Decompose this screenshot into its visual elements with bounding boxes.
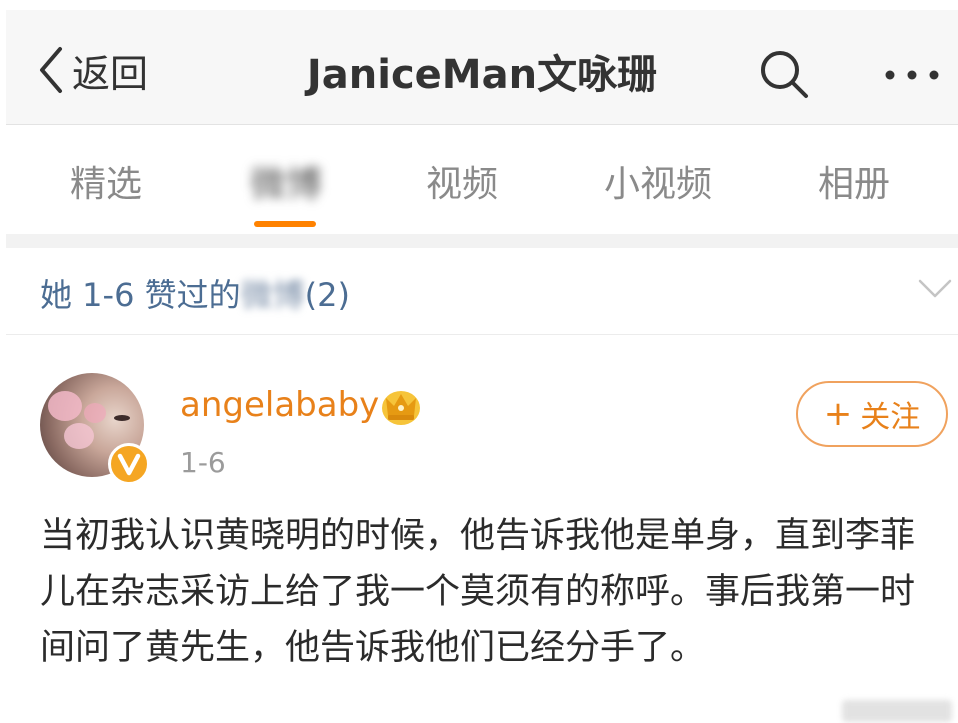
tab-weibo[interactable]: 微博 [250, 155, 322, 207]
post-date: 1-6 [180, 446, 226, 479]
more-icon[interactable] [882, 60, 942, 90]
avatar[interactable] [40, 373, 150, 485]
tab-videos[interactable]: 视频 [426, 155, 498, 207]
watermark [842, 700, 952, 722]
tab-weibo-label: 微博 [249, 164, 323, 205]
section-title-blurred: 微博 [240, 276, 305, 314]
page-title: JaniceMan文咏珊 [306, 52, 658, 98]
chevron-down-icon [918, 279, 952, 298]
username[interactable]: angelababy [180, 385, 379, 425]
tab-featured[interactable]: 精选 [70, 155, 142, 207]
divider [6, 234, 958, 248]
tab-albums[interactable]: 相册 [818, 155, 890, 207]
follow-label: 关注 [860, 400, 921, 435]
liked-posts-section-header[interactable]: 她 1-6 赞过的微博(2) [6, 248, 958, 335]
profile-tabs: 精选 微博 视频 小视频 相册 [6, 125, 958, 235]
crown-icon [382, 391, 420, 425]
follow-button[interactable]: + 关注 [796, 381, 948, 447]
section-title-prefix: 她 1-6 赞过的 [40, 276, 241, 314]
top-navbar: 返回 JaniceMan文咏珊 [6, 10, 958, 125]
active-tab-indicator [254, 221, 316, 227]
plus-icon: + [823, 394, 853, 434]
section-title: 她 1-6 赞过的微博(2) [40, 270, 350, 316]
verified-icon [108, 443, 150, 485]
section-title-count: (2) [304, 276, 350, 314]
tab-short-videos[interactable]: 小视频 [604, 155, 712, 207]
search-icon[interactable] [758, 48, 810, 100]
post-text: 当初我认识黄晓明的时候，他告诉我他是单身，直到李菲儿在杂志采访上给了我一个莫须有… [40, 516, 916, 668]
